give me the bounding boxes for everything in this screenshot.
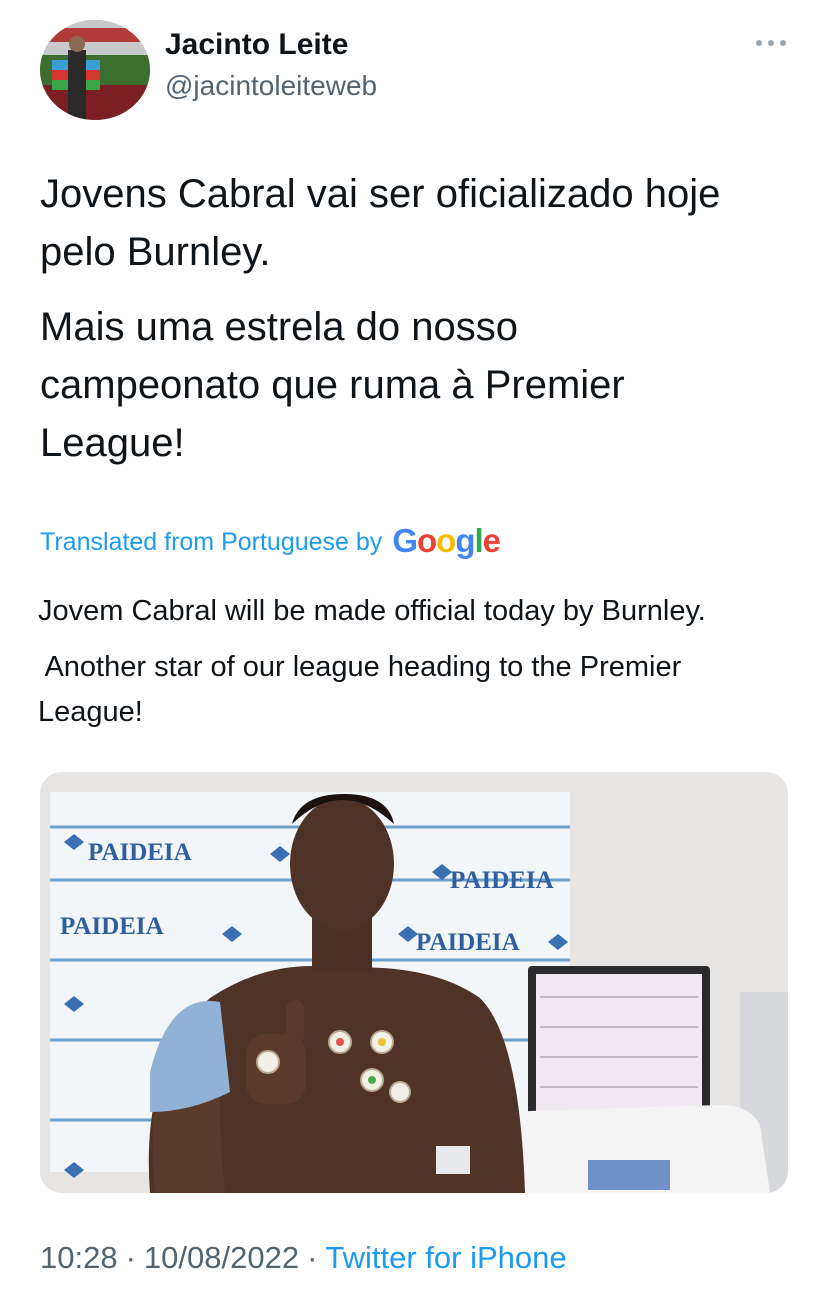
tweet-meta: 10:28 · 10/08/2022 · Twitter for iPhone (40, 1240, 567, 1276)
meta-separator: · (125, 1240, 136, 1275)
translation-label: Translated from Portuguese by (40, 528, 383, 556)
photo-image: PAIDEIA PAIDEIA PAIDEIA PAIDEIA (40, 772, 788, 1193)
author-handle[interactable]: @jacintoleiteweb (165, 70, 377, 102)
sponsor-text: PAIDEIA (450, 867, 554, 894)
translated-text-line: Jovem Cabral will be made official today… (38, 595, 706, 627)
google-logo-letter: o (416, 522, 437, 559)
google-logo-letter: e (482, 522, 501, 559)
tweet-photo[interactable]: PAIDEIA PAIDEIA PAIDEIA PAIDEIA (40, 772, 788, 1193)
avatar-image (40, 20, 150, 120)
tweet-text-line: campeonato que ruma à Premier (40, 363, 625, 407)
meta-separator: · (307, 1240, 318, 1275)
sponsor-text: PAIDEIA (60, 913, 164, 940)
tweet-text-line: Mais uma estrela do nosso (40, 305, 519, 349)
avatar[interactable] (40, 20, 150, 120)
google-logo-letter: o (436, 522, 456, 559)
google-logo-letter: l (474, 522, 484, 559)
author-name[interactable]: Jacinto Leite (165, 28, 348, 62)
translation-attribution[interactable]: Translated from Portuguese by Google (40, 522, 501, 560)
tweet-source-link[interactable]: Twitter for iPhone (325, 1240, 566, 1275)
sponsor-text: PAIDEIA (88, 839, 192, 866)
tweet-text-line: pelo Burnley. (40, 230, 271, 274)
google-logo-letter: g (455, 522, 475, 559)
google-logo-letter: G (392, 522, 418, 559)
more-horizontal-icon (756, 40, 786, 46)
tweet-text-line: League! (40, 421, 185, 465)
google-logo: Google (392, 522, 501, 559)
tweet-date[interactable]: 10/08/2022 (144, 1240, 299, 1275)
more-options-button[interactable] (746, 28, 796, 58)
translated-text-line: Another star of our league heading to th… (38, 651, 682, 683)
sponsor-text: PAIDEIA (416, 929, 520, 956)
tweet-text-line: Jovens Cabral vai ser oficializado hoje (40, 172, 721, 216)
translated-text-line: League! (38, 696, 143, 728)
tweet-time[interactable]: 10:28 (40, 1240, 118, 1275)
